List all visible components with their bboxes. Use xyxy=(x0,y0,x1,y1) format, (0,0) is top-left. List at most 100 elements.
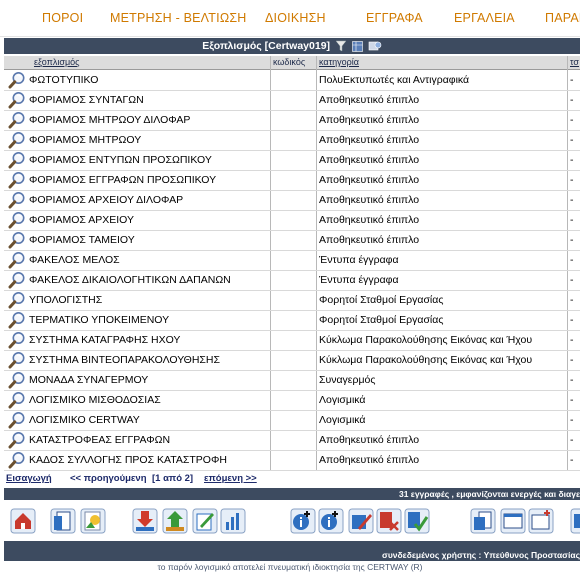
export-icon[interactable] xyxy=(368,40,382,52)
magnifier-icon[interactable] xyxy=(8,231,26,249)
magnifier-icon[interactable] xyxy=(8,391,26,409)
equipment-name[interactable]: ΦΩΤΟΤΥΠΙΚΟ xyxy=(29,70,98,90)
magnifier-icon[interactable] xyxy=(8,311,26,329)
magnifier-icon[interactable] xyxy=(8,291,26,309)
equipment-name[interactable]: ΛΟΓΙΣΜΙΚΟ CERTWAY xyxy=(29,410,140,430)
equipment-name[interactable]: ΦΟΡΙΑΜΟΣ ΑΡΧΕΙΟΥ ΔΙΛΟΦΑΡ xyxy=(29,190,183,210)
magnifier-icon[interactable] xyxy=(8,371,26,389)
magnifier-icon[interactable] xyxy=(8,251,26,269)
table-row[interactable]: ΦΟΡΙΑΜΟΣ ΜΗΤΡΩΟΥ ΔΙΛΟΦΑΡ Αποθηκευτικό έπι… xyxy=(4,110,580,131)
magnifier-icon[interactable] xyxy=(8,191,26,209)
equipment-name[interactable]: ΛΟΓΙΣΜΙΚΟ ΜΙΣΘΟΔΟΣΙΑΣ xyxy=(29,390,161,410)
new-window-icon[interactable] xyxy=(528,508,554,534)
table-row[interactable]: ΦΟΡΙΑΜΟΣ ΑΡΧΕΙΟΥ Αποθηκευτικό έπιπλο - xyxy=(4,210,580,231)
equipment-name[interactable]: ΦΟΡΙΑΜΟΣ ΜΗΤΡΩΟΥ ΔΙΛΟΦΑΡ xyxy=(29,110,190,130)
table-row[interactable]: ΦΟΡΙΑΜΟΣ ΤΑΜΕΙΟΥ Αποθηκευτικό έπιπλο - xyxy=(4,230,580,251)
menu-item-resources[interactable]: ΠΟΡΟΙ xyxy=(42,11,83,25)
equipment-category: Αποθηκευτικό έπιπλο xyxy=(319,114,420,126)
equipment-name[interactable]: ΣΥΣΤΗΜΑ ΒΙΝΤΕΟΠΑΡΑΚΟΛΟΥΘΗΣΗΣ xyxy=(29,350,220,370)
table-row[interactable]: ΛΟΓΙΣΜΙΚΟ CERTWAY Λογισμικά - xyxy=(4,410,580,431)
menu-item-management[interactable]: ΔΙΟΙΚΗΣΗ xyxy=(265,11,326,25)
equipment-name[interactable]: ΤΕΡΜΑΤΙΚΟ ΥΠΟΚΕΙΜΕΝΟΥ xyxy=(29,310,169,330)
filter-icon[interactable] xyxy=(335,40,347,52)
table-row[interactable]: ΦΟΡΙΑΜΟΣ ΕΝΤΥΠΩΝ ΠΡΟΣΩΠΙΚΟΥ Αποθηκευτικό … xyxy=(4,150,580,171)
next-page-link[interactable]: επόμενη >> xyxy=(204,472,257,486)
edit-icon[interactable] xyxy=(192,508,218,534)
table-row[interactable]: ΦΟΡΙΑΜΟΣ ΕΓΓΡΑΦΩΝ ΠΡΟΣΩΠΙΚΟΥ Αποθηκευτικό… xyxy=(4,170,580,191)
info-add-icon[interactable] xyxy=(290,508,316,534)
prev-page-link[interactable]: << προηγούμενη xyxy=(70,472,147,486)
magnifier-icon[interactable] xyxy=(8,271,26,289)
menu-item-documents[interactable]: ΕΓΓΡΑΦΑ xyxy=(366,11,423,25)
magnifier-icon[interactable] xyxy=(8,211,26,229)
equipment-name[interactable]: ΦΟΡΙΑΜΟΣ ΕΓΓΡΑΦΩΝ ΠΡΟΣΩΠΙΚΟΥ xyxy=(29,170,216,190)
equipment-extra: - xyxy=(570,94,574,106)
chart-icon[interactable] xyxy=(220,508,246,534)
window-icon[interactable] xyxy=(500,508,526,534)
table-row[interactable]: ΜΟΝΑΔΑ ΣΥΝΑΓΕΡΜΟΥ Συναγερμός - xyxy=(4,370,580,391)
table-row[interactable]: ΦΩΤΟΤΥΠΙΚΟ ΠολυΕκτυπωτές και Αντιγραφικά - xyxy=(4,70,580,91)
document-image-icon[interactable] xyxy=(80,508,106,534)
table-row[interactable]: ΚΑΤΑΣΤΡΟΦΕΑΣ ΕΓΓΡΑΦΩΝ Αποθηκευτικό έπιπλο… xyxy=(4,430,580,451)
magnifier-icon[interactable] xyxy=(8,451,26,469)
magnifier-icon[interactable] xyxy=(8,71,26,89)
table-row[interactable]: ΦΑΚΕΛΟΣ ΜΕΛΟΣ Έντυπα έγγραφα - xyxy=(4,250,580,271)
equipment-name[interactable]: ΦΑΚΕΛΟΣ ΔΙΚΑΙΟΛΟΓΗΤΙΚΩΝ ΔΑΠΑΝΩΝ xyxy=(29,270,231,290)
info-edit-icon[interactable] xyxy=(318,508,344,534)
delete-icon[interactable] xyxy=(376,508,402,534)
more-icon[interactable] xyxy=(570,508,580,534)
magnifier-icon[interactable] xyxy=(8,131,26,149)
table-row[interactable]: ΛΟΓΙΣΜΙΚΟ ΜΙΣΘΟΔΟΣΙΑΣ Λογισμικά - xyxy=(4,390,580,411)
column-equipment[interactable]: εξοπλισμός xyxy=(34,56,79,69)
equipment-name[interactable]: ΦΑΚΕΛΟΣ ΜΕΛΟΣ xyxy=(29,250,120,270)
table-row[interactable]: ΥΠΟΛΟΓΙΣΤΗΣ Φορητοί Σταθμοί Εργασίας - xyxy=(4,290,580,311)
equipment-name[interactable]: ΦΟΡΙΑΜΟΣ ΑΡΧΕΙΟΥ xyxy=(29,210,134,230)
equipment-name[interactable]: ΥΠΟΛΟΓΙΣΤΗΣ xyxy=(29,290,102,310)
table-row[interactable]: ΦΑΚΕΛΟΣ ΔΙΚΑΙΟΛΟΓΗΤΙΚΩΝ ΔΑΠΑΝΩΝ Έντυπα έγ… xyxy=(4,270,580,291)
magnifier-icon[interactable] xyxy=(8,151,26,169)
magnifier-icon[interactable] xyxy=(8,91,26,109)
equipment-extra: - xyxy=(570,274,574,286)
magnifier-icon[interactable] xyxy=(8,351,26,369)
menu-item-parameters[interactable]: ΠΑΡΑΜ xyxy=(545,11,580,25)
equipment-name[interactable]: ΦΟΡΙΑΜΟΣ ΜΗΤΡΩΟΥ xyxy=(29,130,141,150)
equipment-name[interactable]: ΜΟΝΑΔΑ ΣΥΝΑΓΕΡΜΟΥ xyxy=(29,370,148,390)
column-extra[interactable]: τσ xyxy=(570,56,579,69)
equipment-extra: - xyxy=(570,234,574,246)
document-icon[interactable] xyxy=(50,508,76,534)
download-icon[interactable] xyxy=(132,508,158,534)
table-row[interactable]: ΦΟΡΙΑΜΟΣ ΣΥΝΤΑΓΩΝ Αποθηκευτικό έπιπλο - xyxy=(4,90,580,111)
table-row[interactable]: ΣΥΣΤΗΜΑ ΒΙΝΤΕΟΠΑΡΑΚΟΛΟΥΘΗΣΗΣ Κύκλωμα Παρα… xyxy=(4,350,580,371)
table-row[interactable]: ΤΕΡΜΑΤΙΚΟ ΥΠΟΚΕΙΜΕΝΟΥ Φορητοί Σταθμοί Εργ… xyxy=(4,310,580,331)
column-category[interactable]: κατηγορία xyxy=(319,56,359,69)
magnifier-icon[interactable] xyxy=(8,111,26,129)
column-code[interactable]: κωδικός xyxy=(273,56,305,69)
equipment-name[interactable]: ΦΟΡΙΑΜΟΣ ΕΝΤΥΠΩΝ ΠΡΟΣΩΠΙΚΟΥ xyxy=(29,150,212,170)
magnifier-icon[interactable] xyxy=(8,331,26,349)
menu-item-measurement[interactable]: ΜΕΤΡΗΣΗ - ΒΕΛΤΙΩΣΗ xyxy=(110,11,247,25)
equipment-category: Λογισμικά xyxy=(319,394,366,406)
table-row[interactable]: ΣΥΣΤΗΜΑ ΚΑΤΑΓΡΑΦΗΣ ΗΧΟΥ Κύκλωμα Παρακολού… xyxy=(4,330,580,351)
equipment-category: Αποθηκευτικό έπιπλο xyxy=(319,234,420,246)
magnifier-icon[interactable] xyxy=(8,411,26,429)
upload-icon[interactable] xyxy=(162,508,188,534)
equipment-name[interactable]: ΚΑΤΑΣΤΡΟΦΕΑΣ ΕΓΓΡΑΦΩΝ xyxy=(29,430,170,450)
table-row[interactable]: ΦΟΡΙΑΜΟΣ ΑΡΧΕΙΟΥ ΔΙΛΟΦΑΡ Αποθηκευτικό έπι… xyxy=(4,190,580,211)
menu-item-tools[interactable]: ΕΡΓΑΛΕΙΑ xyxy=(454,11,515,25)
equipment-extra: - xyxy=(570,134,574,146)
home-icon[interactable] xyxy=(10,508,36,534)
equipment-name[interactable]: ΣΥΣΤΗΜΑ ΚΑΤΑΓΡΑΦΗΣ ΗΧΟΥ xyxy=(29,330,180,350)
equipment-name[interactable]: ΦΟΡΙΑΜΟΣ ΣΥΝΤΑΓΩΝ xyxy=(29,90,144,110)
magnifier-icon[interactable] xyxy=(8,171,26,189)
table-row[interactable]: ΦΟΡΙΑΜΟΣ ΜΗΤΡΩΟΥ Αποθηκευτικό έπιπλο - xyxy=(4,130,580,151)
equipment-name[interactable]: ΚΑΔΟΣ ΣΥΛΛΟΓΗΣ ΠΡΟΣ ΚΑΤΑΣΤΡΟΦΗ xyxy=(29,450,227,470)
table-row[interactable]: ΚΑΔΟΣ ΣΥΛΛΟΓΗΣ ΠΡΟΣ ΚΑΤΑΣΤΡΟΦΗ Αποθηκευτι… xyxy=(4,450,580,471)
tools-icon[interactable] xyxy=(348,508,374,534)
import-link[interactable]: Εισαγωγή xyxy=(6,472,52,486)
equipment-name[interactable]: ΦΟΡΙΑΜΟΣ ΤΑΜΕΙΟΥ xyxy=(29,230,135,250)
copy-icon[interactable] xyxy=(470,508,496,534)
equipment-extra: - xyxy=(570,374,574,386)
magnifier-icon[interactable] xyxy=(8,431,26,449)
checkmark-icon[interactable] xyxy=(404,508,430,534)
grid-icon[interactable] xyxy=(352,40,363,52)
